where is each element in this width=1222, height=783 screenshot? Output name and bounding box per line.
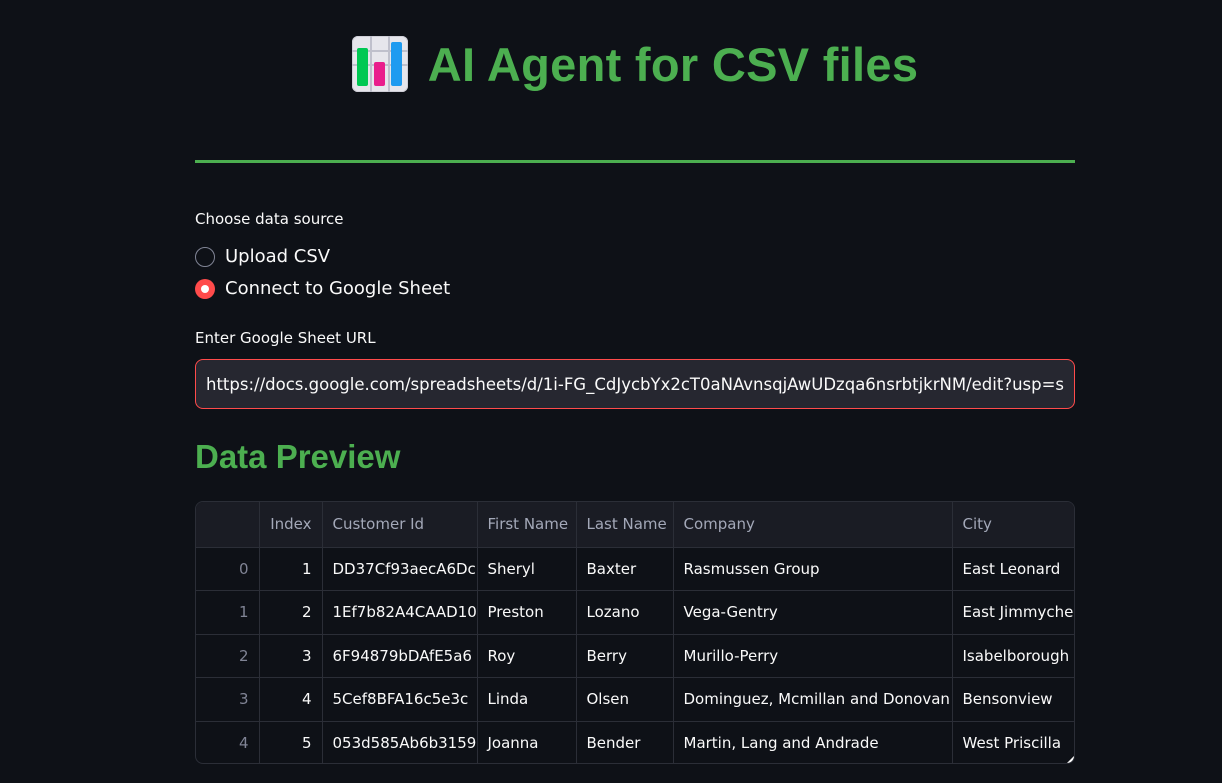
table-cell[interactable]: 6F94879bDAfE5a6 [322, 634, 478, 678]
table-cell[interactable]: 2 [259, 590, 323, 635]
table-cell[interactable]: Rasmussen Group [673, 547, 953, 591]
table-cell[interactable]: 1Ef7b82A4CAAD10 [322, 590, 478, 635]
data-source-label: Choose data source [195, 210, 344, 228]
table-cell[interactable]: 053d585Ab6b3159 [322, 721, 478, 763]
table-header-row: Index Customer Id First Name Last Name C… [196, 502, 1074, 548]
radio-button-selected[interactable] [195, 278, 215, 299]
table-cell[interactable]: Bender [576, 721, 674, 763]
column-header[interactable]: Company [673, 502, 953, 548]
table-cell[interactable]: Sheryl [477, 547, 577, 591]
table-row[interactable]: 2 3 6F94879bDAfE5a6 Roy Berry Murillo-Pe… [196, 634, 1074, 678]
data-preview-table[interactable]: Index Customer Id First Name Last Name C… [195, 501, 1075, 764]
bar-chart-icon [351, 36, 408, 92]
table-cell[interactable]: Isabelborough [952, 634, 1074, 678]
radio-upload-csv[interactable]: Upload CSV [195, 246, 330, 267]
sheet-url-label: Enter Google Sheet URL [195, 329, 376, 347]
page-title: AI Agent for CSV files [427, 37, 919, 91]
radio-label: Upload CSV [225, 246, 331, 267]
table-cell[interactable]: Bensonview [952, 677, 1074, 722]
table-cell[interactable]: Linda [477, 677, 577, 722]
table-cell[interactable]: 4 [259, 677, 323, 722]
table-cell[interactable]: Vega-Gentry [673, 590, 953, 635]
table-resize-handle[interactable] [1067, 756, 1074, 763]
column-header[interactable]: Customer Id [322, 502, 478, 548]
table-cell[interactable]: Preston [477, 590, 577, 635]
table-cell[interactable]: Lozano [576, 590, 674, 635]
table-row[interactable]: 1 2 1Ef7b82A4CAAD10 Preston Lozano Vega-… [196, 590, 1074, 635]
table-cell[interactable]: 5Cef8BFA16c5e3c [322, 677, 478, 722]
row-index: 0 [196, 547, 260, 591]
radio-button[interactable] [195, 246, 215, 267]
header-divider [195, 160, 1075, 163]
row-index: 4 [196, 721, 260, 763]
table-cell[interactable]: Roy [477, 634, 577, 678]
data-preview-title: Data Preview [195, 438, 401, 475]
table-cell[interactable]: Dominguez, Mcmillan and Donovan [673, 677, 953, 722]
table-cell[interactable]: East Leonard [952, 547, 1074, 591]
table-cell[interactable]: DD37Cf93aecA6Dc [322, 547, 478, 591]
row-index: 3 [196, 677, 260, 722]
sheet-url-input[interactable] [195, 359, 1075, 409]
table-cell[interactable]: West Priscilla [952, 721, 1074, 763]
table-cell[interactable]: Joanna [477, 721, 577, 763]
table-cell[interactable]: Baxter [576, 547, 674, 591]
table-cell[interactable]: Martin, Lang and Andrade [673, 721, 953, 763]
column-header[interactable] [196, 502, 260, 548]
table-row[interactable]: 3 4 5Cef8BFA16c5e3c Linda Olsen Domingue… [196, 677, 1074, 722]
page-header: AI Agent for CSV files [195, 36, 1075, 92]
table-cell[interactable]: 5 [259, 721, 323, 763]
column-header[interactable]: First Name [477, 502, 577, 548]
row-index: 1 [196, 590, 260, 635]
table-cell[interactable]: Olsen [576, 677, 674, 722]
table-cell[interactable]: Berry [576, 634, 674, 678]
table-row[interactable]: 0 1 DD37Cf93aecA6Dc Sheryl Baxter Rasmus… [196, 547, 1074, 591]
radio-label: Connect to Google Sheet [225, 278, 451, 299]
column-header[interactable]: Index [259, 502, 323, 548]
column-header[interactable]: Last Name [576, 502, 674, 548]
table-cell[interactable]: 3 [259, 634, 323, 678]
column-header[interactable]: City [952, 502, 1074, 548]
row-index: 2 [196, 634, 260, 678]
table-row[interactable]: 4 5 053d585Ab6b3159 Joanna Bender Martin… [196, 721, 1074, 763]
table-cell[interactable]: 1 [259, 547, 323, 591]
table-cell[interactable]: East Jimmychester [952, 590, 1074, 635]
table-cell[interactable]: Murillo-Perry [673, 634, 953, 678]
radio-google-sheet[interactable]: Connect to Google Sheet [195, 278, 450, 299]
